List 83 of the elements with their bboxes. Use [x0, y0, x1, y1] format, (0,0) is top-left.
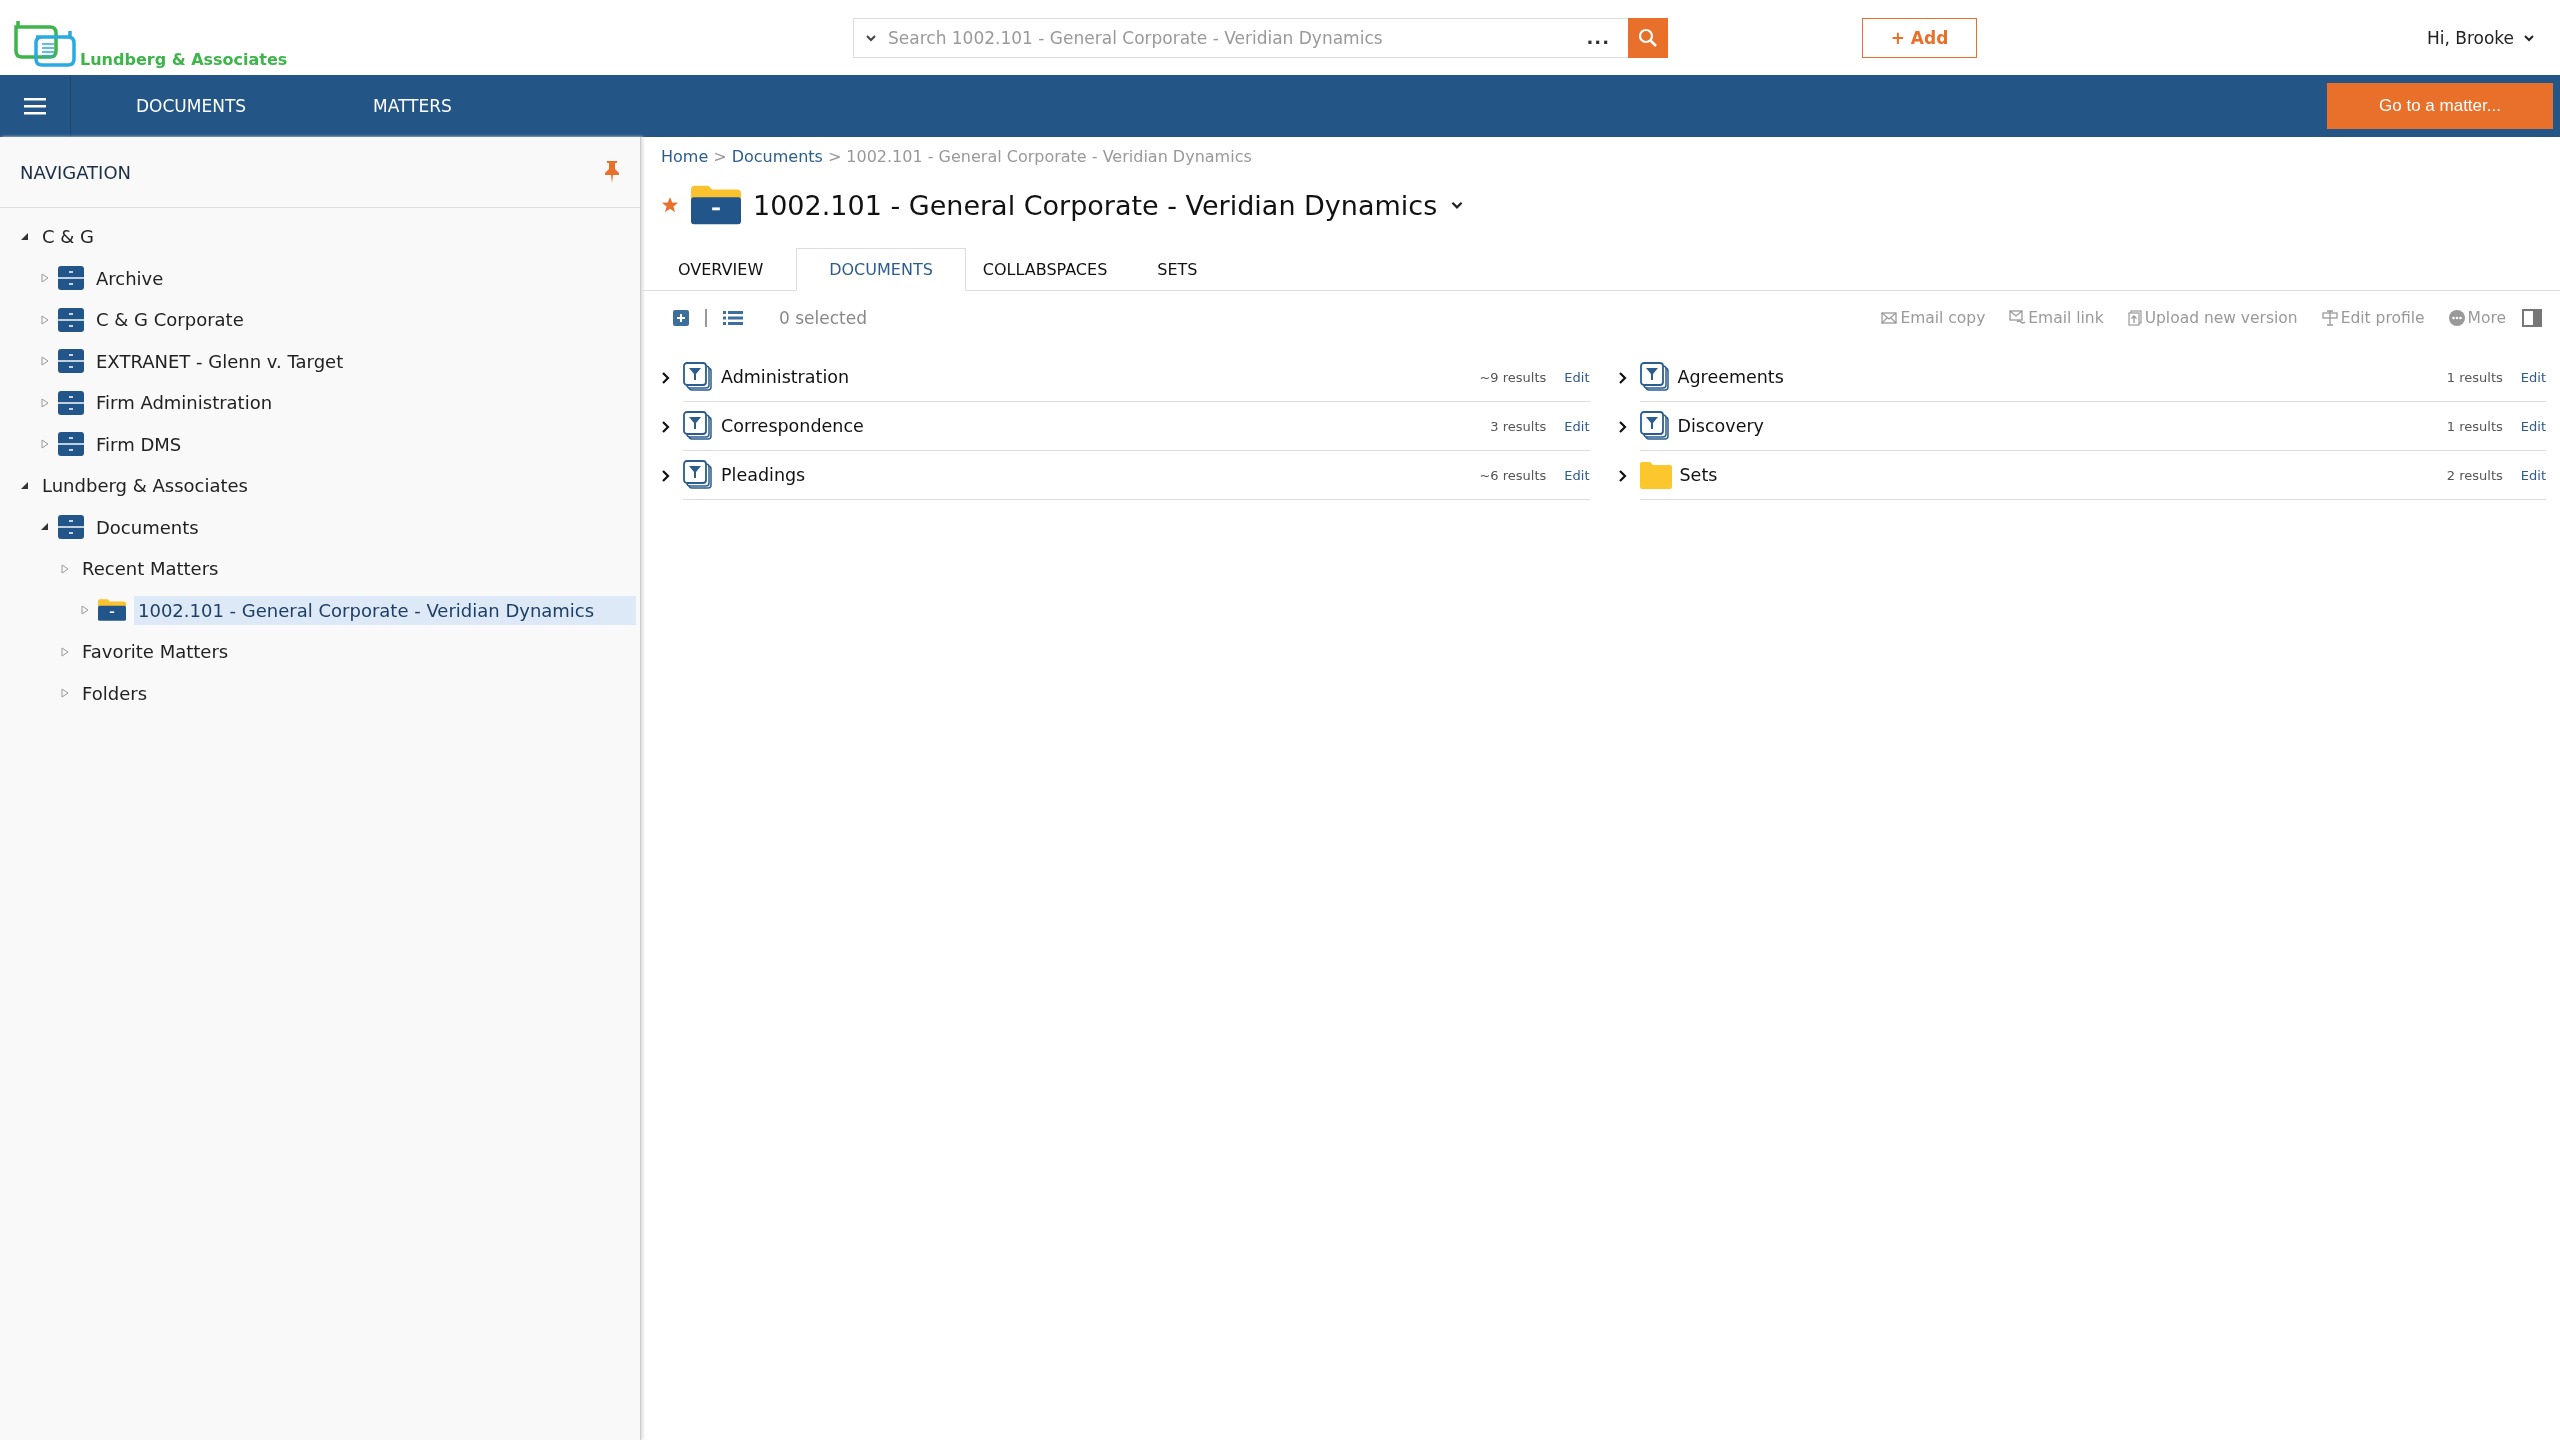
- chevron-right-icon[interactable]: [661, 419, 671, 434]
- tab[interactable]: COLLABSPACES: [965, 248, 1141, 291]
- tab[interactable]: SETS: [1140, 248, 1231, 291]
- profile-edit-icon: [2321, 310, 2338, 326]
- tree-item[interactable]: C & G: [38, 222, 98, 252]
- search-button[interactable]: [1628, 17, 1668, 58]
- folder-name[interactable]: Sets: [1679, 465, 1718, 485]
- upload-icon: [2127, 310, 2142, 326]
- result-count: 1 results: [2446, 369, 2503, 385]
- panel-title: NAVIGATION: [20, 161, 132, 183]
- edit-link[interactable]: Edit: [2520, 467, 2546, 483]
- breadcrumb-link[interactable]: Home: [661, 147, 709, 166]
- envelope-icon: [1881, 311, 1898, 325]
- result-count: ~6 results: [1479, 467, 1547, 483]
- search-folder-icon: [683, 460, 713, 490]
- favorite-star-icon[interactable]: [661, 196, 679, 214]
- matter-title: 1002.101 - General Corporate - Veridian Dynamics: [753, 189, 1438, 221]
- more-options-button[interactable]: ...: [1576, 27, 1620, 48]
- list-view-icon[interactable]: [723, 310, 743, 326]
- user-menu[interactable]: Hi, Brooke: [2426, 27, 2536, 48]
- tree-item[interactable]: Firm DMS: [92, 429, 186, 459]
- folder-icon: [1639, 461, 1672, 489]
- breadcrumb-separator: >: [713, 147, 727, 166]
- edit-link[interactable]: Edit: [2520, 418, 2546, 434]
- result-count: ~9 results: [1479, 369, 1547, 385]
- expand-all-icon[interactable]: [673, 310, 689, 326]
- chevron-right-icon[interactable]: [1617, 370, 1628, 385]
- edit-link[interactable]: Edit: [1564, 369, 1590, 385]
- more-icon: [2448, 310, 2465, 326]
- result-count: 3 results: [1490, 418, 1547, 434]
- chevron-right-icon[interactable]: [1617, 468, 1628, 483]
- tab[interactable]: DOCUMENTS: [796, 248, 966, 291]
- folder-icon: [98, 599, 126, 622]
- breadcrumb-separator: >: [827, 147, 842, 166]
- search-icon: [1638, 27, 1658, 48]
- search-folder-icon: [1639, 411, 1670, 441]
- selection-count: 0 selected: [779, 308, 867, 328]
- envelope-link-icon: [2009, 310, 2026, 326]
- cabinet-icon: [58, 349, 84, 374]
- folder-name[interactable]: Administration: [721, 367, 850, 387]
- nav-link[interactable]: DOCUMENTS: [136, 96, 308, 116]
- cabinet-icon: [58, 515, 84, 540]
- edit-link[interactable]: Edit: [1564, 418, 1590, 434]
- cabinet-icon: [58, 390, 84, 415]
- logo-text: Lundberg & Associates: [80, 50, 288, 69]
- menu-icon[interactable]: [24, 97, 46, 115]
- tree-item[interactable]: Favorite Matters: [78, 637, 233, 667]
- tree-item[interactable]: Lundberg & Associates: [38, 471, 252, 501]
- tree-item[interactable]: Documents: [92, 512, 203, 542]
- cabinet-icon: [58, 307, 84, 332]
- chevron-right-icon[interactable]: [661, 468, 671, 483]
- search-folder-icon: [1639, 362, 1670, 392]
- chevron-right-icon[interactable]: [1617, 419, 1628, 434]
- breadcrumb-current: 1002.101 - General Corporate - Veridian Dynamics: [846, 147, 1252, 166]
- search-field[interactable]: Search 1002.101 - General Corporate - Veridian Dynamics ...: [853, 17, 1668, 58]
- tree-item[interactable]: Firm Administration: [92, 388, 277, 418]
- collapse-triangle-icon[interactable]: [40, 522, 50, 533]
- result-count: 1 results: [2446, 418, 2503, 434]
- tab[interactable]: OVERVIEW: [661, 248, 797, 291]
- tree-item[interactable]: Folders: [78, 678, 151, 708]
- edit-link[interactable]: Edit: [1564, 467, 1590, 483]
- collapse-triangle-icon[interactable]: [20, 480, 30, 491]
- chevron-right-icon[interactable]: [661, 370, 671, 385]
- folder-name[interactable]: Discovery: [1677, 416, 1764, 436]
- tree-item[interactable]: 1002.101 - General Corporate - Veridian Dynamics: [134, 595, 636, 625]
- cabinet-icon: [58, 266, 84, 291]
- edit-link[interactable]: Edit: [2520, 369, 2546, 385]
- tree-item[interactable]: Archive: [92, 263, 168, 293]
- folder-name[interactable]: Agreements: [1677, 367, 1784, 387]
- tree-item[interactable]: C & G Corporate: [92, 305, 248, 335]
- panel-toggle-icon[interactable]: [2522, 309, 2542, 327]
- cabinet-icon: [58, 432, 84, 457]
- tree-item[interactable]: Recent Matters: [78, 554, 223, 584]
- folder-name[interactable]: Pleadings: [721, 465, 806, 485]
- folder-icon: [691, 185, 741, 225]
- search-folder-icon: [683, 411, 713, 441]
- collapse-triangle-icon[interactable]: [20, 231, 30, 242]
- nav-link[interactable]: MATTERS: [373, 96, 545, 116]
- folder-name[interactable]: Correspondence: [721, 416, 864, 436]
- search-folder-icon: [683, 362, 713, 392]
- breadcrumb-link[interactable]: Documents: [731, 147, 823, 166]
- tree-item[interactable]: EXTRANET - Glenn v. Target: [92, 346, 348, 376]
- result-count: 2 results: [2446, 467, 2503, 483]
